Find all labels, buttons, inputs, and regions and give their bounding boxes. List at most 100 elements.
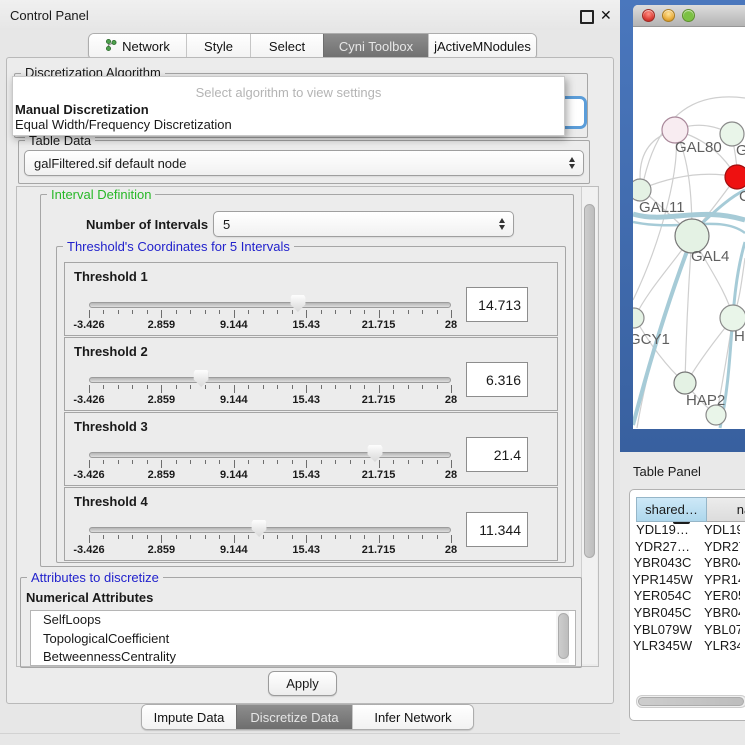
tick-mark [103,310,104,314]
network-node[interactable] [674,372,696,394]
horizontal-scrollbar[interactable] [636,695,745,708]
tab-cyni-toolbox[interactable]: Cyni Toolbox [323,34,428,59]
tick-mark [292,310,293,314]
table-row[interactable]: YIL052CYIL052C [627,655,740,656]
cell-name[interactable]: YIL052C [698,655,740,656]
table-row[interactable]: YDL19…YDL19… [627,522,740,539]
vertical-scrollbar[interactable] [581,187,597,664]
tick-mark [408,310,409,314]
tick-mark [132,460,133,464]
tab-label: Cyni Toolbox [339,39,413,54]
cell-shared-name[interactable]: YBL079W [627,622,698,639]
tick-mark [437,460,438,464]
tab-jactivemnodules[interactable]: jActiveMNodules [428,34,536,59]
tab-network[interactable]: Network [89,34,186,59]
cell-shared-name[interactable]: YBR043C [627,555,698,572]
attributes-list-scrollbar[interactable] [556,611,569,663]
threshold-3-value-field[interactable]: 21.4 [466,437,528,472]
cell-name[interactable]: YER054C [698,588,740,605]
cell-name[interactable]: YBR045C [698,605,740,622]
minimize-traffic-light-icon[interactable] [662,9,675,22]
dropdown-option-equal-width-frequency[interactable]: Equal Width/Frequency Discretization [15,117,232,132]
cell-shared-name[interactable]: YER054C [627,588,698,605]
slider-track[interactable] [89,377,451,383]
tab-style[interactable]: Style [186,34,250,59]
numerical-attributes-list[interactable]: SelfLoopsTopologicalCoefficientBetweenne… [30,610,576,666]
tick-mark [190,535,191,539]
table-row[interactable]: YBR045CYBR045C [627,605,740,622]
number-of-intervals-combobox[interactable]: 5 [213,211,514,237]
tick-mark [248,310,249,314]
tick-mark [451,385,452,393]
tick-mark [393,310,394,314]
float-window-icon[interactable] [580,10,594,24]
slider-axis-labels: -3.4262.8599.14415.4321.71528 [89,544,451,556]
threshold-3-slider[interactable]: -3.4262.8599.14415.4321.71528 [89,443,451,483]
tick-mark [234,460,235,468]
column-header-shared-name[interactable]: shared… [636,497,707,522]
dropdown-option-manual-discretization[interactable]: Manual Discretization [15,102,149,117]
table-row[interactable]: YLR345WYLR345W [627,638,740,655]
threshold-label: Threshold 3 [74,419,148,434]
tab-discretize-data[interactable]: Discretize Data [236,705,352,729]
attributes-list-scrollbar-thumb[interactable] [558,613,569,659]
tick-mark [422,385,423,389]
axis-tick-label: 2.859 [148,394,176,406]
network-canvas[interactable]: GAL80GAGAL11CGAL4GCY1HHAP2 [633,27,745,429]
table-row[interactable]: YPR145WYPR145W [627,572,740,589]
table-row[interactable]: YDR27…YDR27… [627,539,740,556]
threshold-2-value-field[interactable]: 6.316 [466,362,528,397]
tick-mark [364,460,365,464]
apply-button[interactable]: Apply [268,671,337,696]
column-header-name[interactable]: name [707,497,745,522]
cell-shared-name[interactable]: YPR145W [627,572,698,589]
cell-name[interactable]: YBL079W [698,622,740,639]
cell-name[interactable]: YPR145W [698,572,740,589]
close-icon[interactable]: ✕ [600,7,612,24]
table-data-combobox[interactable]: galFiltered.sif default node [24,150,584,176]
threshold-1-value-field[interactable]: 14.713 [466,287,528,322]
threshold-1-slider[interactable]: -3.4262.8599.14415.4321.71528 [89,293,451,333]
table-panel: Table Panel ⚙ ✓ ✓ shared… name YDL19…YDL… [620,452,745,745]
slider-track[interactable] [89,452,451,458]
slider-ticks [89,460,451,469]
horizontal-scrollbar-thumb[interactable] [638,697,744,706]
network-tab-icon [105,38,117,55]
table-row[interactable]: YER054CYER054C [627,588,740,605]
cell-name[interactable]: YLR345W [698,638,740,655]
cell-shared-name[interactable]: YDL19… [627,522,698,539]
tick-mark [176,460,177,464]
table-row[interactable]: YBR043CYBR043C [627,555,740,572]
cell-shared-name[interactable]: YIL052C [627,655,698,656]
tab-infer-network[interactable]: Infer Network [352,705,473,729]
zoom-traffic-light-icon[interactable] [682,9,695,22]
table-row[interactable]: YBL079WYBL079W [627,622,740,639]
cell-shared-name[interactable]: YDR27… [627,539,698,556]
vertical-scrollbar-thumb[interactable] [584,204,595,558]
tick-mark [292,535,293,539]
cell-shared-name[interactable]: YLR345W [627,638,698,655]
attribute-list-item[interactable]: TopologicalCoefficient [31,630,575,649]
slider-track[interactable] [89,527,451,533]
tab-select[interactable]: Select [250,34,323,59]
cell-name[interactable]: YDR27… [698,539,740,556]
threshold-label: Threshold 4 [74,494,148,509]
cell-shared-name[interactable]: YBR045C [627,605,698,622]
network-window-titlebar[interactable] [633,5,745,27]
cell-name[interactable]: YBR043C [698,555,740,572]
tick-mark [132,310,133,314]
cell-name[interactable]: YDL19… [698,522,740,539]
table-rows[interactable]: YDL19…YDL19…YDR27…YDR27…YBR043CYBR043CYP… [627,522,740,656]
tab-impute-data[interactable]: Impute Data [142,705,236,729]
attribute-list-item[interactable]: SelfLoops [31,611,575,630]
network-node[interactable] [633,179,651,201]
slider-track[interactable] [89,302,451,308]
threshold-2-slider[interactable]: -3.4262.8599.14415.4321.71528 [89,368,451,408]
threshold-4-slider[interactable]: -3.4262.8599.14415.4321.71528 [89,518,451,558]
tick-mark [292,385,293,389]
close-traffic-light-icon[interactable] [642,9,655,22]
network-node[interactable] [725,165,745,189]
attribute-list-item[interactable]: BetweennessCentrality [31,648,575,666]
network-node[interactable] [633,308,644,328]
threshold-4-value-field[interactable]: 11.344 [466,512,528,547]
